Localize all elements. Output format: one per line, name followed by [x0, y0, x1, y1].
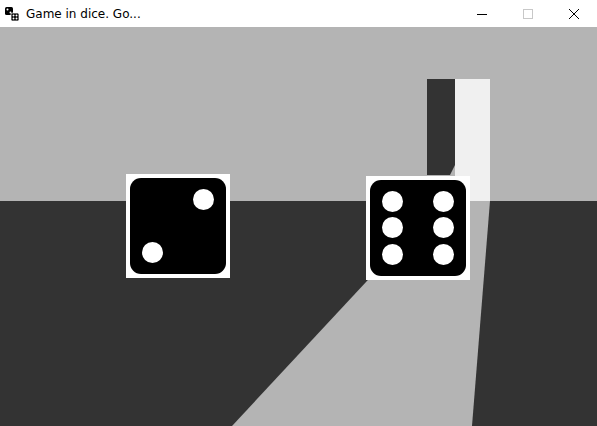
die-face — [370, 180, 466, 276]
window-controls — [459, 0, 597, 27]
window-title: Game in dice. Go... — [26, 7, 453, 21]
minimize-button[interactable] — [459, 0, 505, 27]
dice-icon — [4, 6, 20, 22]
floor — [0, 201, 597, 426]
minimize-icon — [477, 9, 487, 19]
game-window: Game in dice. Go... — [0, 0, 597, 426]
die-pip — [382, 217, 403, 238]
sky — [0, 27, 597, 201]
die-pip — [193, 189, 214, 210]
close-button[interactable] — [551, 0, 597, 27]
die-pip — [433, 244, 454, 265]
scene-backdrop — [0, 27, 597, 426]
maximize-icon — [523, 9, 533, 19]
die-face — [130, 178, 226, 274]
die-pip — [142, 242, 163, 263]
die[interactable] — [126, 174, 230, 278]
maximize-button[interactable] — [505, 0, 551, 27]
close-icon — [569, 9, 579, 19]
pillar-dark-side — [427, 79, 455, 175]
die-pip — [433, 191, 454, 212]
title-bar: Game in dice. Go... — [0, 0, 597, 27]
die-pip — [433, 217, 454, 238]
die-pip — [382, 244, 403, 265]
game-scene — [0, 27, 597, 426]
die-pip — [382, 191, 403, 212]
die[interactable] — [366, 176, 470, 280]
